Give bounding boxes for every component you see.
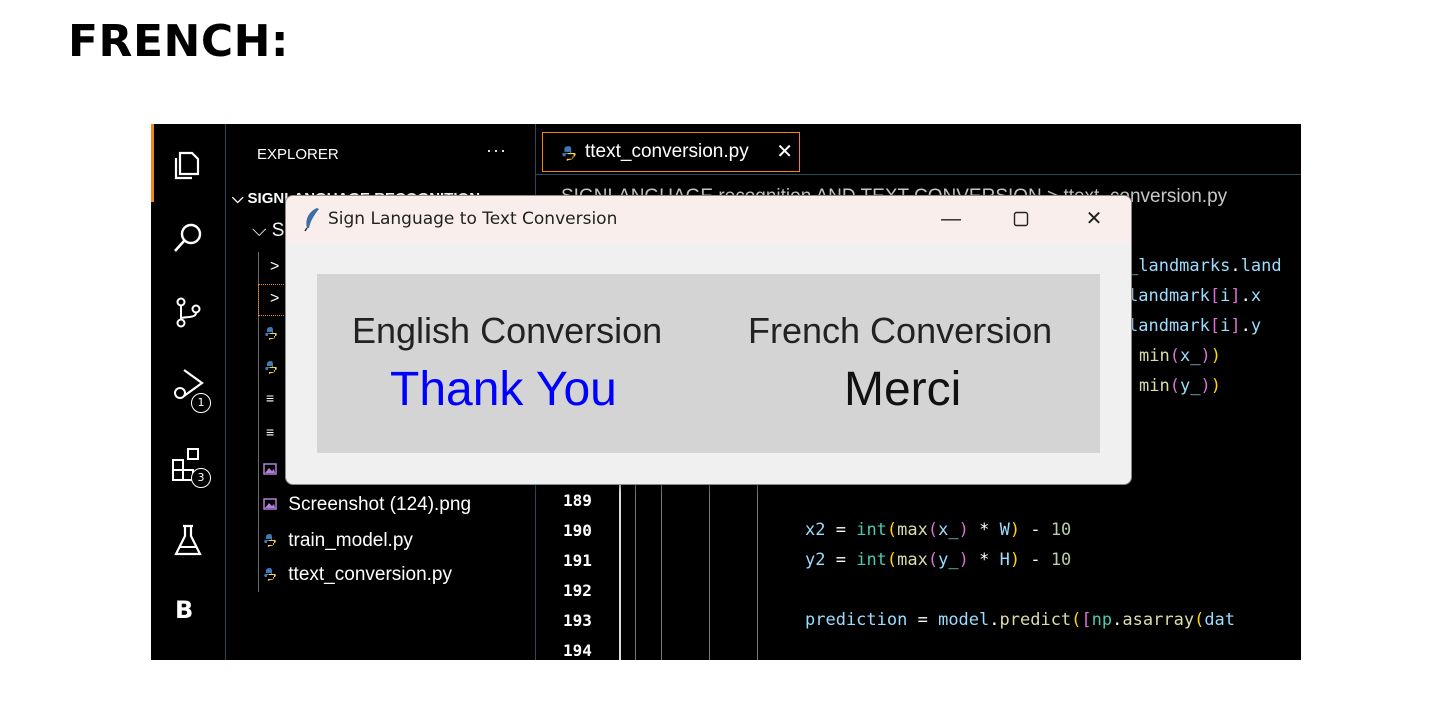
code-fragment: landmark[i].x xyxy=(1128,286,1262,306)
activity-bar: 1 3 B xyxy=(151,124,226,660)
file-name: ttext_conversion.py xyxy=(288,564,452,585)
line-number: 190 xyxy=(563,521,592,540)
account-initial[interactable]: B xyxy=(175,596,193,624)
line-number: 192 xyxy=(563,581,592,600)
chevron-right-icon[interactable]: > xyxy=(270,290,279,308)
english-conversion-label: English Conversion xyxy=(352,310,663,351)
debug-badge: 1 xyxy=(191,393,211,413)
file-row-ttext-conversion[interactable]: ttext_conversion.py xyxy=(263,560,452,590)
tab-close-button[interactable]: ✕ xyxy=(776,133,793,171)
search-icon[interactable] xyxy=(168,218,208,258)
explorer-more-button[interactable]: ··· xyxy=(486,140,507,161)
code-line-190: x2 = int(max(x_) * W) - 10 xyxy=(805,520,1072,540)
extensions-badge: 3 xyxy=(191,468,211,488)
tab-ttext-conversion[interactable]: ttext_conversion.py ✕ xyxy=(542,132,800,172)
subfolder-row[interactable]: ⌵ S xyxy=(252,216,284,246)
subfolder-name: S xyxy=(271,220,285,241)
sign-language-window: Sign Language to Text Conversion — ✕ Eng… xyxy=(285,195,1132,485)
python-file-icon xyxy=(265,327,277,340)
code-line-191: y2 = int(max(y_) * H) - 10 xyxy=(805,550,1072,570)
english-conversion-value: Thank You xyxy=(390,363,617,416)
python-file-icon xyxy=(264,568,276,581)
close-button[interactable]: ✕ xyxy=(1079,204,1109,234)
code-fragment: landmark[i].y xyxy=(1128,316,1262,336)
french-conversion-label: French Conversion xyxy=(748,310,1053,351)
source-control-icon[interactable] xyxy=(168,292,208,332)
minimize-button[interactable]: — xyxy=(936,204,966,234)
indent-guide xyxy=(635,484,636,660)
gutter-divider xyxy=(619,484,621,660)
file-name: train_model.py xyxy=(288,530,413,551)
image-file-icon xyxy=(263,498,277,510)
indent-guide xyxy=(757,484,758,660)
line-number: 194 xyxy=(563,641,592,660)
chevron-right-icon[interactable]: > xyxy=(270,258,279,276)
conversion-panel: English Conversion Thank You French Conv… xyxy=(317,274,1100,453)
tab-label: ttext_conversion.py xyxy=(585,141,749,162)
maximize-icon xyxy=(1013,211,1029,227)
feather-icon xyxy=(304,208,319,232)
code-line-193: prediction = model.predict([np.asarray(d… xyxy=(805,610,1236,630)
chevron-down-icon: ⌵ xyxy=(252,220,267,241)
indent-guide xyxy=(661,484,662,660)
code-fragment: _landmarks.land xyxy=(1128,256,1282,276)
maximize-button[interactable] xyxy=(1006,204,1036,234)
active-indicator xyxy=(151,124,154,202)
line-number: 189 xyxy=(563,491,592,510)
image-file-icon xyxy=(263,463,277,475)
file-row-screenshot[interactable]: Screenshot (124).png xyxy=(263,490,471,520)
window-title: Sign Language to Text Conversion xyxy=(328,209,618,229)
file-name: Screenshot (124).png xyxy=(288,494,472,515)
code-fragment: min(x_)) xyxy=(1139,346,1221,366)
explorer-title: EXPLORER xyxy=(257,146,339,163)
python-file-icon xyxy=(562,146,576,161)
python-file-icon xyxy=(264,534,276,547)
window-titlebar[interactable]: Sign Language to Text Conversion — ✕ xyxy=(286,196,1131,242)
line-number: 193 xyxy=(563,611,592,630)
text-file-icon: ≡ xyxy=(266,390,275,406)
code-fragment: min(y_)) xyxy=(1139,376,1221,396)
line-number: 191 xyxy=(563,551,592,570)
french-conversion-value: Merci xyxy=(844,363,962,416)
editor-tab-bar: ttext_conversion.py ✕ xyxy=(536,124,1301,175)
file-row-train-model[interactable]: train_model.py xyxy=(263,526,413,556)
text-file-icon: ≡ xyxy=(266,424,275,440)
indent-guide xyxy=(709,484,710,660)
page-heading: FRENCH: xyxy=(68,16,290,67)
explorer-icon[interactable] xyxy=(168,144,208,184)
testing-flask-icon[interactable] xyxy=(168,520,208,560)
chevron-down-icon: ⌵ xyxy=(232,190,244,207)
python-file-icon xyxy=(265,361,277,374)
